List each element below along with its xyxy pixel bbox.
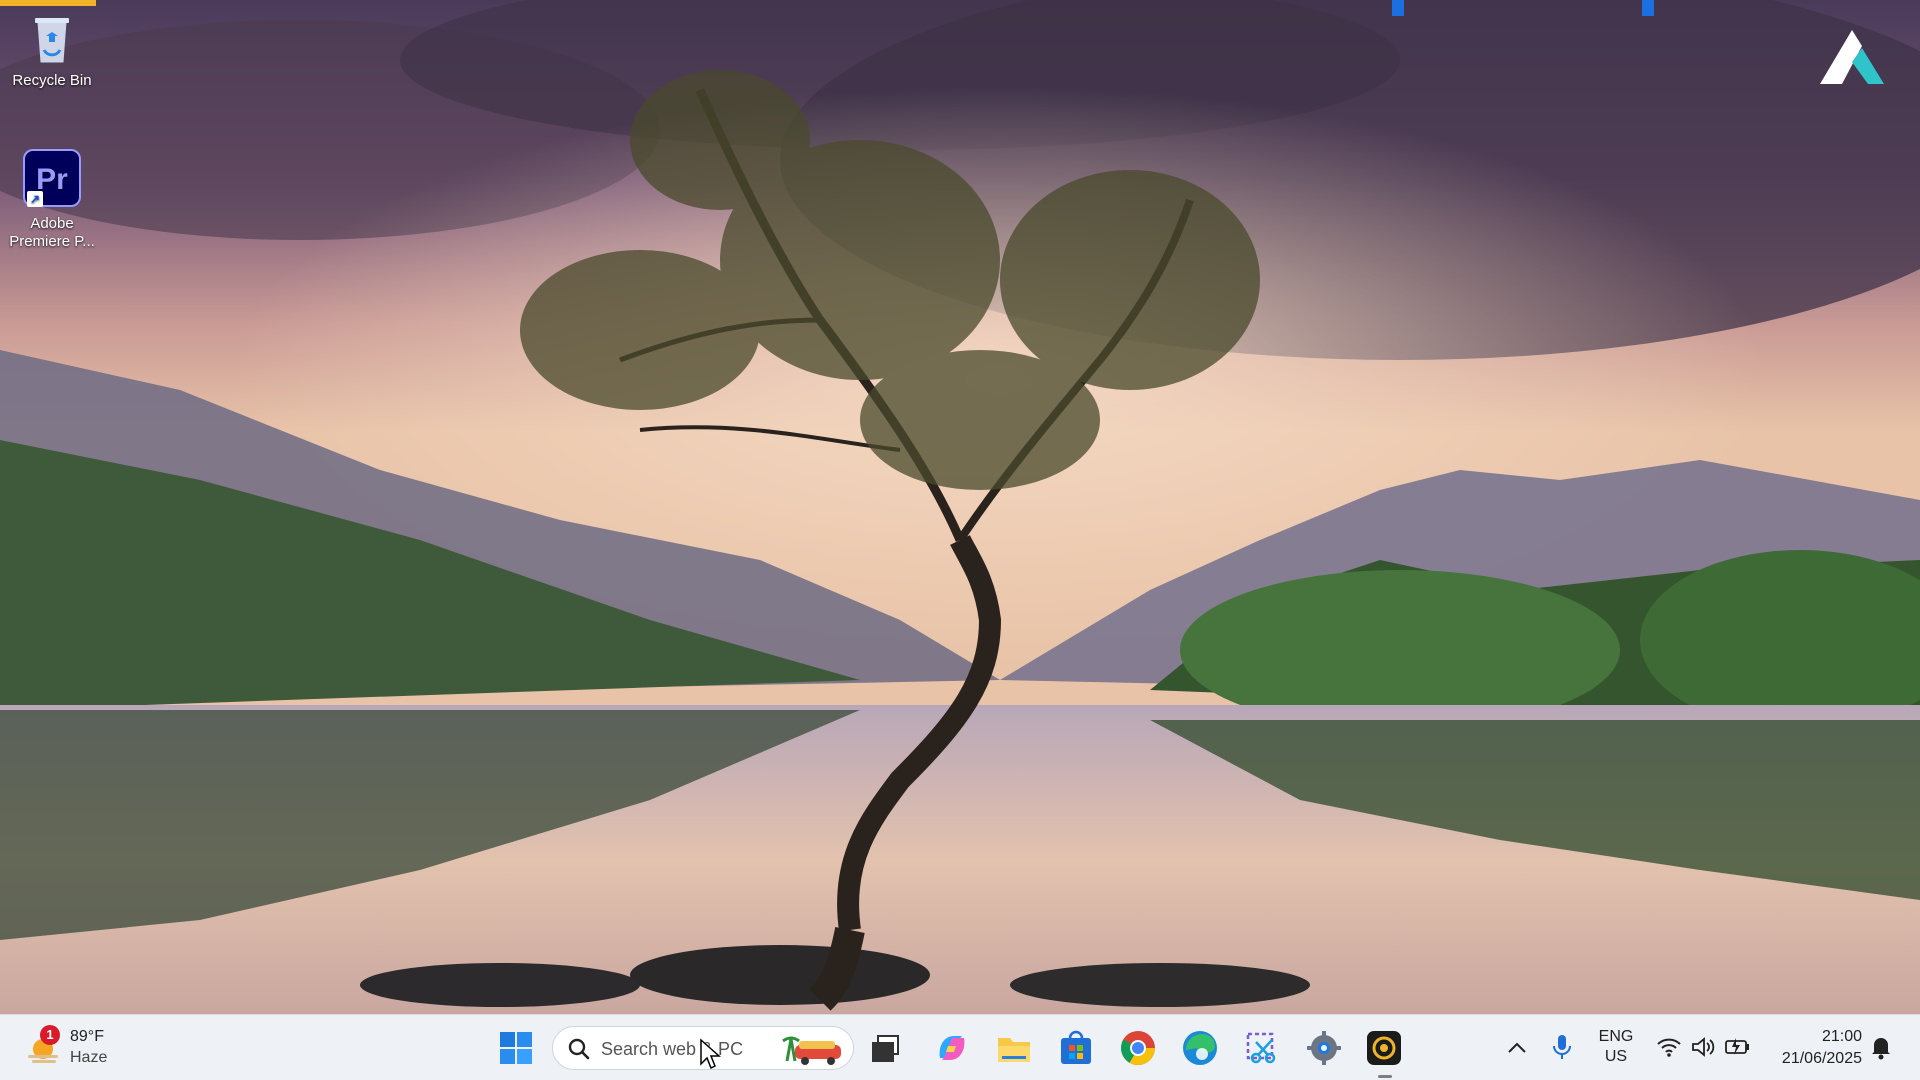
- weather-widget[interactable]: 1 89°F Haze: [26, 1025, 136, 1071]
- chrome-icon[interactable]: [1118, 1028, 1158, 1068]
- weather-alert-badge: 1: [40, 1025, 60, 1045]
- desktop-icon-label: Recycle Bin: [12, 72, 92, 89]
- language-code: ENG: [1598, 1028, 1634, 1045]
- microsoft-store-icon[interactable]: [1056, 1028, 1096, 1068]
- microphone-icon[interactable]: [1552, 1033, 1572, 1061]
- battery-charging-icon[interactable]: [1724, 1034, 1752, 1058]
- language-indicator[interactable]: ENG US: [1596, 1027, 1636, 1067]
- notification-bell-icon[interactable]: [1870, 1034, 1892, 1060]
- snipping-tool-icon[interactable]: [1242, 1028, 1282, 1068]
- desktop-icon-label: Adobe Premiere P...: [9, 215, 95, 250]
- search-icon: [568, 1038, 590, 1060]
- search-highlight-icon: [782, 1036, 841, 1065]
- desktop-wallpaper: [0, 0, 1920, 1014]
- recycle-bin-icon: [20, 6, 84, 70]
- desktop-icon-adobe-premiere[interactable]: Pr ↗ Adobe Premiere P...: [4, 146, 100, 251]
- clock-date: 21/06/2025: [1781, 1050, 1862, 1067]
- shortcut-arrow-icon: ↗: [27, 191, 43, 207]
- windows-start-icon[interactable]: [496, 1028, 536, 1068]
- camera-recorder-icon[interactable]: [1364, 1028, 1404, 1068]
- atreus-logo-icon: [1820, 30, 1884, 84]
- volume-icon[interactable]: [1690, 1036, 1716, 1058]
- adobe-premiere-pro-icon: Pr ↗: [20, 149, 84, 213]
- clock-time: 21:00: [1821, 1028, 1862, 1045]
- top-edge-marker: [1392, 0, 1404, 16]
- task-view-icon[interactable]: [866, 1028, 906, 1068]
- top-edge-marker: [1642, 0, 1654, 16]
- copilot-icon[interactable]: [932, 1028, 972, 1068]
- system-clock[interactable]: 21:00 21/06/2025: [1772, 1026, 1862, 1070]
- chevron-up-icon[interactable]: [1506, 1040, 1528, 1056]
- edge-icon[interactable]: [1180, 1028, 1220, 1068]
- settings-icon[interactable]: [1304, 1028, 1344, 1068]
- running-app-indicator: [1378, 1075, 1392, 1078]
- region-code: US: [1604, 1048, 1628, 1065]
- weather-temperature: 89°F: [70, 1028, 104, 1045]
- file-explorer-icon[interactable]: [994, 1028, 1034, 1068]
- desktop-icon-recycle-bin[interactable]: Recycle Bin: [4, 6, 100, 90]
- wifi-icon[interactable]: [1656, 1036, 1682, 1058]
- weather-condition: Haze: [70, 1049, 108, 1066]
- mouse-cursor-icon: [700, 1038, 721, 1070]
